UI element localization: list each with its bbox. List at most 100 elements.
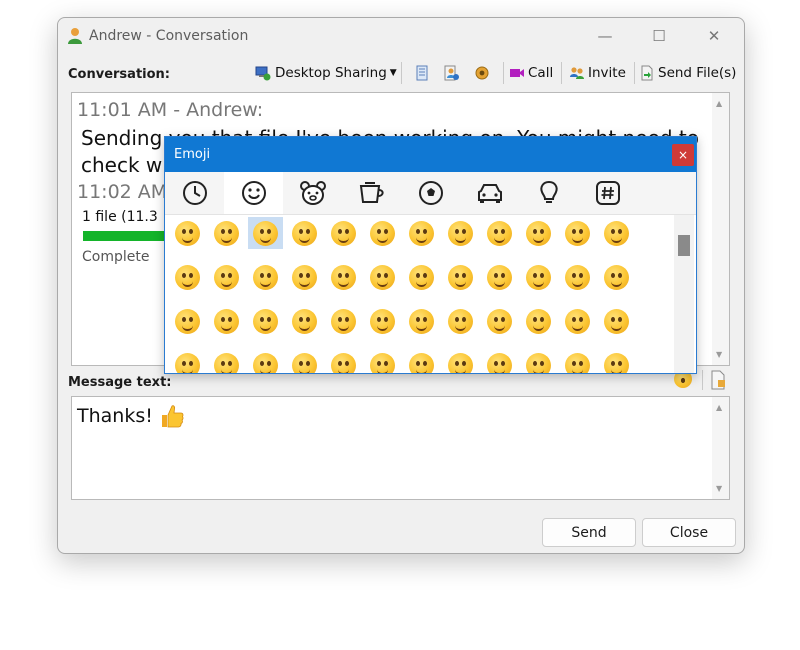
emoji-face-icon [175,352,200,373]
emoji-face-icon [175,308,200,334]
emoji-item[interactable] [443,349,478,373]
emoji-item[interactable] [482,349,517,373]
invite-label: Invite [588,65,626,81]
emoji-item[interactable] [404,261,439,293]
tab-objects[interactable] [519,172,578,214]
smiley-outline-icon [241,181,266,205]
contact-info-button[interactable] [443,62,459,84]
gear-icon [475,66,489,80]
emoji-item[interactable] [521,349,556,373]
close-window-button[interactable]: ✕ [691,18,737,54]
scroll-up-icon[interactable]: ▲ [716,99,722,108]
emoji-item[interactable] [170,349,205,373]
chevron-down-icon: ▼ [389,68,397,78]
emoji-picker-close-button[interactable]: × [672,144,694,166]
scroll-down-icon[interactable]: ▼ [716,350,722,359]
emoji-item[interactable] [287,261,322,293]
emoji-item[interactable] [521,305,556,337]
emoji-item[interactable] [248,261,283,293]
emoji-item[interactable] [287,349,322,373]
emoji-item[interactable] [287,217,322,249]
conversation-scrollbar[interactable]: ▲ ▼ [712,93,729,365]
tab-recent[interactable] [165,172,224,214]
file-transfer-info: 1 file (11.3 [82,209,158,225]
message-input[interactable]: Thanks! ▲ ▼ [71,396,730,500]
send-files-label: Send File(s) [658,65,737,81]
emoji-item[interactable] [365,349,400,373]
emoji-item[interactable] [443,305,478,337]
emoji-face-icon [292,308,317,334]
settings-button[interactable] [474,62,490,84]
emoji-item[interactable] [404,217,439,249]
emoji-item[interactable] [521,217,556,249]
invite-button[interactable]: Invite [569,62,626,84]
message-scrollbar[interactable]: ▲ ▼ [712,397,729,499]
emoji-item[interactable] [209,305,244,337]
emoji-picker: Emoji × [164,136,697,374]
message-header: 11:02 AM [77,181,168,203]
emoji-scrollbar-thumb[interactable] [678,235,690,256]
emoji-item[interactable] [170,217,205,249]
emoji-item[interactable] [209,217,244,249]
emoji-item[interactable] [560,217,595,249]
attach-file-button[interactable] [709,370,727,390]
emoji-item[interactable] [248,349,283,373]
emoji-item[interactable] [287,305,322,337]
tab-activity[interactable] [401,172,460,214]
emoji-face-icon [214,308,239,334]
emoji-item[interactable] [326,217,361,249]
send-files-button[interactable]: Send File(s) [639,62,736,84]
tab-food[interactable] [342,172,401,214]
call-button[interactable]: Call [509,62,553,84]
emoji-item[interactable] [521,261,556,293]
message-input-text: Thanks! [77,405,153,427]
emoji-item[interactable] [599,349,634,373]
emoji-item[interactable] [482,217,517,249]
window-title: Andrew - Conversation [89,28,249,44]
emoji-picker-titlebar[interactable]: Emoji × [165,137,696,172]
emoji-item[interactable] [599,305,634,337]
emoji-item[interactable] [404,349,439,373]
emoji-item[interactable] [209,349,244,373]
tab-animals[interactable] [283,172,342,214]
emoji-item[interactable] [326,305,361,337]
emoji-item[interactable] [326,261,361,293]
notes-button[interactable] [414,62,430,84]
emoji-item[interactable] [170,305,205,337]
close-button[interactable]: Close [642,518,736,547]
emoji-item[interactable] [248,217,283,249]
emoji-item[interactable] [443,217,478,249]
scroll-down-icon[interactable]: ▼ [716,484,722,493]
emoji-item[interactable] [443,261,478,293]
emoji-face-icon [409,308,434,334]
emoji-item[interactable] [560,305,595,337]
tab-travel[interactable] [460,172,519,214]
message-input-content[interactable]: Thanks! [77,403,185,429]
tab-symbols[interactable] [578,172,637,214]
emoji-item[interactable] [209,261,244,293]
emoji-item[interactable] [482,261,517,293]
emoji-scrollbar[interactable] [674,215,694,373]
emoji-item[interactable] [365,217,400,249]
maximize-button[interactable]: ☐ [636,18,682,54]
emoji-item[interactable] [599,217,634,249]
emoji-item[interactable] [560,349,595,373]
emoji-item[interactable] [599,261,634,293]
minimize-button[interactable]: — [582,18,628,54]
title-bar[interactable]: Andrew - Conversation — ☐ ✕ [58,18,744,54]
scroll-up-icon[interactable]: ▲ [716,403,722,412]
emoji-item[interactable] [482,305,517,337]
emoji-item[interactable] [365,305,400,337]
clock-icon [182,181,207,205]
tab-smileys[interactable] [224,172,283,214]
emoji-item[interactable] [560,261,595,293]
call-label: Call [528,65,554,81]
emoji-item[interactable] [404,305,439,337]
emoji-item[interactable] [326,349,361,373]
emoji-face-icon [448,308,473,334]
send-button[interactable]: Send [542,518,636,547]
emoji-item[interactable] [170,261,205,293]
emoji-item[interactable] [248,305,283,337]
emoji-item[interactable] [365,261,400,293]
desktop-sharing-button[interactable]: Desktop Sharing ▼ [255,62,397,84]
